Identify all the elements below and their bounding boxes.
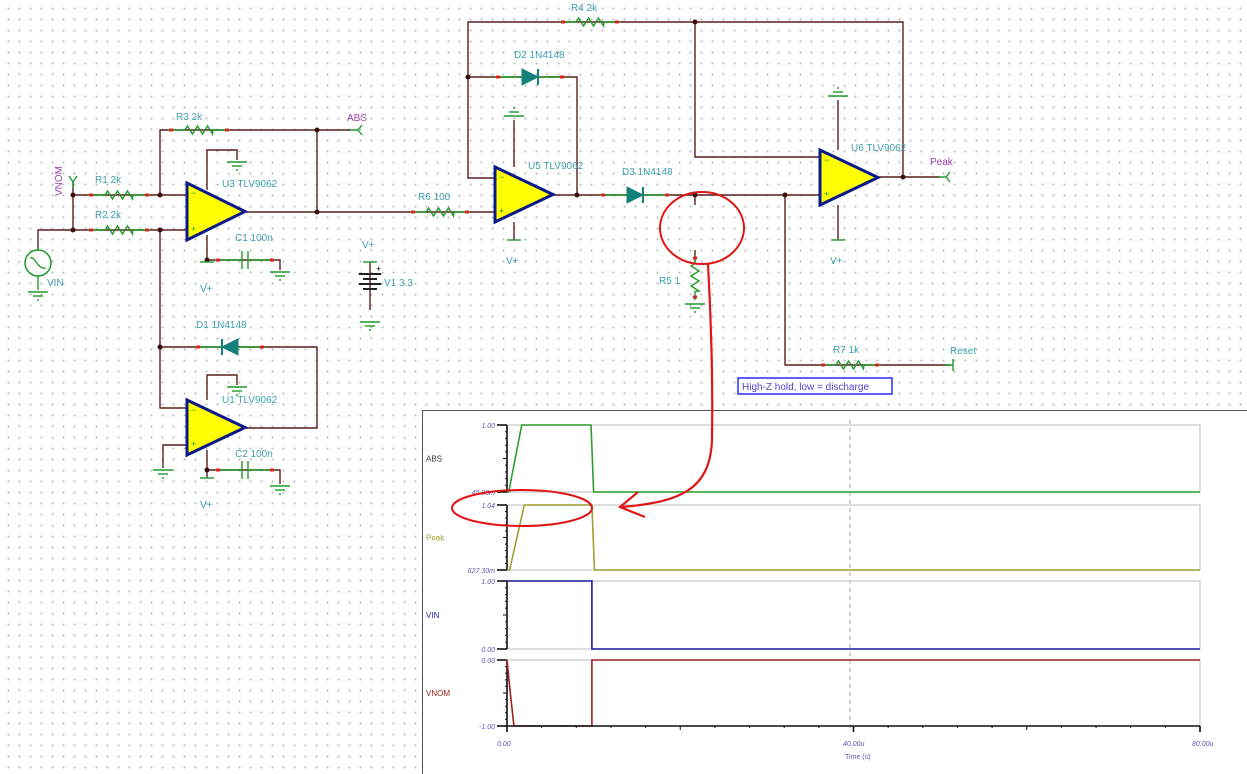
annotation-ellipse xyxy=(451,489,593,527)
annotation-layer xyxy=(451,191,745,527)
annotation-circle xyxy=(659,191,745,265)
annotation-arrow xyxy=(621,263,714,509)
